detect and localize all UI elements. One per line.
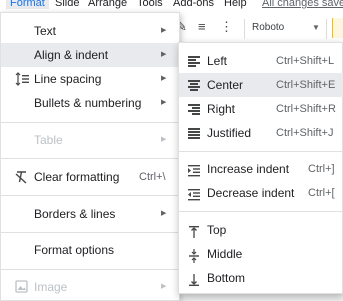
submenu-item-bottom[interactable]: Bottom	[179, 266, 343, 290]
menu-item-shortcut: Ctrl+\	[139, 171, 166, 183]
menu-divider	[1, 158, 179, 159]
menu-item-image: Image ▶	[1, 275, 179, 299]
submenu-arrow-icon: ▶	[161, 283, 167, 290]
decrease-indent-icon	[188, 186, 200, 201]
clear-formatting-icon	[15, 165, 29, 197]
submenu-arrow-icon: ▶	[161, 75, 167, 82]
submenu-item-increase-indent[interactable]: Increase indent Ctrl+]	[179, 157, 343, 181]
submenu-divider	[179, 211, 343, 212]
menu-item-bullets-numbering[interactable]: Bullets & numbering ▶	[1, 91, 179, 115]
submenu-item-label: Center	[207, 78, 244, 92]
menu-item-label: Format options	[34, 243, 115, 257]
menu-item-label: Text	[34, 24, 57, 38]
submenu-item-left[interactable]: Left Ctrl+Shift+L	[179, 49, 343, 73]
menu-arrange[interactable]: Arrange	[88, 0, 127, 9]
menu-item-label: Clear formatting	[34, 170, 120, 184]
submenu-item-label: Top	[207, 223, 227, 237]
menu-item-label: Align & indent	[34, 48, 109, 62]
menu-format[interactable]: Format	[6, 0, 49, 9]
submenu-item-shortcut: Ctrl+Shift+J	[276, 127, 334, 139]
menu-divider	[1, 195, 179, 196]
menu-slide[interactable]: Slide	[55, 0, 79, 9]
align-icon[interactable]: ≡	[198, 19, 206, 34]
submenu-arrow-icon: ▶	[161, 99, 167, 106]
slides-editor: Format Slide Arrange Tools Add-ons Help …	[0, 0, 343, 301]
submenu-arrow-icon: ▶	[161, 27, 167, 34]
menu-item-clear-formatting[interactable]: Clear formatting Ctrl+\	[1, 165, 179, 189]
submenu-arrow-icon: ▶	[161, 51, 167, 58]
align-center-icon	[188, 78, 200, 92]
menu-item-text[interactable]: Text ▶	[1, 19, 179, 43]
menu-item-align-indent[interactable]: Align & indent ▶	[1, 43, 179, 67]
save-status-link[interactable]: All changes saved	[262, 0, 343, 9]
toolbar-divider	[326, 19, 327, 39]
submenu-item-shortcut: Ctrl+Shift+L	[276, 55, 335, 67]
menu-item-label: Line spacing	[34, 72, 102, 86]
vertical-align-top-icon	[188, 223, 200, 238]
submenu-item-label: Bottom	[207, 271, 246, 285]
submenu-item-label: Right	[207, 102, 236, 116]
menu-item-table: Table ▶	[1, 128, 179, 152]
submenu-item-justified[interactable]: Justified Ctrl+Shift+J	[179, 121, 343, 145]
menu-bar: Format Slide Arrange Tools Add-ons Help …	[0, 0, 343, 12]
font-select[interactable]: Roboto ▼	[252, 18, 322, 38]
menu-item-label: Borders & lines	[34, 207, 116, 221]
submenu-item-label: Decrease indent	[207, 186, 295, 200]
font-size-box[interactable]	[332, 18, 343, 38]
submenu-item-shortcut: Ctrl+]	[308, 163, 335, 175]
align-justify-icon	[188, 126, 200, 140]
vertical-align-bottom-icon	[188, 271, 200, 286]
vertical-align-middle-icon	[188, 247, 200, 263]
submenu-item-shortcut: Ctrl+[	[308, 187, 335, 199]
submenu-arrow-icon: ▶	[161, 210, 167, 217]
image-icon	[15, 275, 29, 301]
menu-item-label: Table	[34, 133, 63, 147]
align-right-icon	[188, 102, 200, 116]
submenu-item-middle[interactable]: Middle	[179, 242, 343, 266]
menu-item-line-spacing[interactable]: Line spacing ▶	[1, 67, 179, 91]
submenu-arrow-icon: ▶	[161, 136, 167, 143]
align-left-icon	[188, 54, 200, 68]
submenu-item-shortcut: Ctrl+Shift+R	[276, 103, 336, 115]
toolbar-divider	[244, 19, 245, 39]
menu-divider	[1, 269, 179, 270]
menu-item-label: Image	[34, 280, 68, 294]
menu-addons[interactable]: Add-ons	[173, 0, 214, 9]
increase-indent-icon	[188, 162, 200, 177]
submenu-item-label: Increase indent	[207, 162, 290, 176]
submenu-item-shortcut: Ctrl+Shift+E	[276, 79, 336, 91]
more-vert-icon[interactable]: ⋮	[220, 19, 233, 35]
submenu-item-label: Left	[207, 54, 228, 68]
menu-item-format-options[interactable]: Format options	[1, 238, 179, 262]
submenu-item-center[interactable]: Center Ctrl+Shift+E	[179, 73, 343, 97]
menu-tools[interactable]: Tools	[137, 0, 163, 9]
menu-divider	[1, 122, 179, 123]
submenu-divider	[179, 151, 343, 152]
submenu-item-label: Justified	[207, 126, 252, 140]
caret-down-icon: ▼	[312, 23, 320, 32]
submenu-item-label: Middle	[207, 247, 243, 261]
menu-item-borders-lines[interactable]: Borders & lines ▶	[1, 202, 179, 226]
menu-divider	[1, 232, 179, 233]
submenu-item-right[interactable]: Right Ctrl+Shift+R	[179, 97, 343, 121]
font-name: Roboto	[252, 22, 285, 33]
format-menu: Text ▶ Align & indent ▶ Line spacing ▶ B…	[0, 12, 180, 301]
menu-help[interactable]: Help	[224, 0, 247, 9]
menu-item-label: Bullets & numbering	[34, 96, 142, 110]
align-indent-submenu: Left Ctrl+Shift+L Center Ctrl+Shift+E Ri…	[178, 42, 343, 294]
submenu-item-decrease-indent[interactable]: Decrease indent Ctrl+[	[179, 181, 343, 205]
submenu-item-top[interactable]: Top	[179, 218, 343, 242]
